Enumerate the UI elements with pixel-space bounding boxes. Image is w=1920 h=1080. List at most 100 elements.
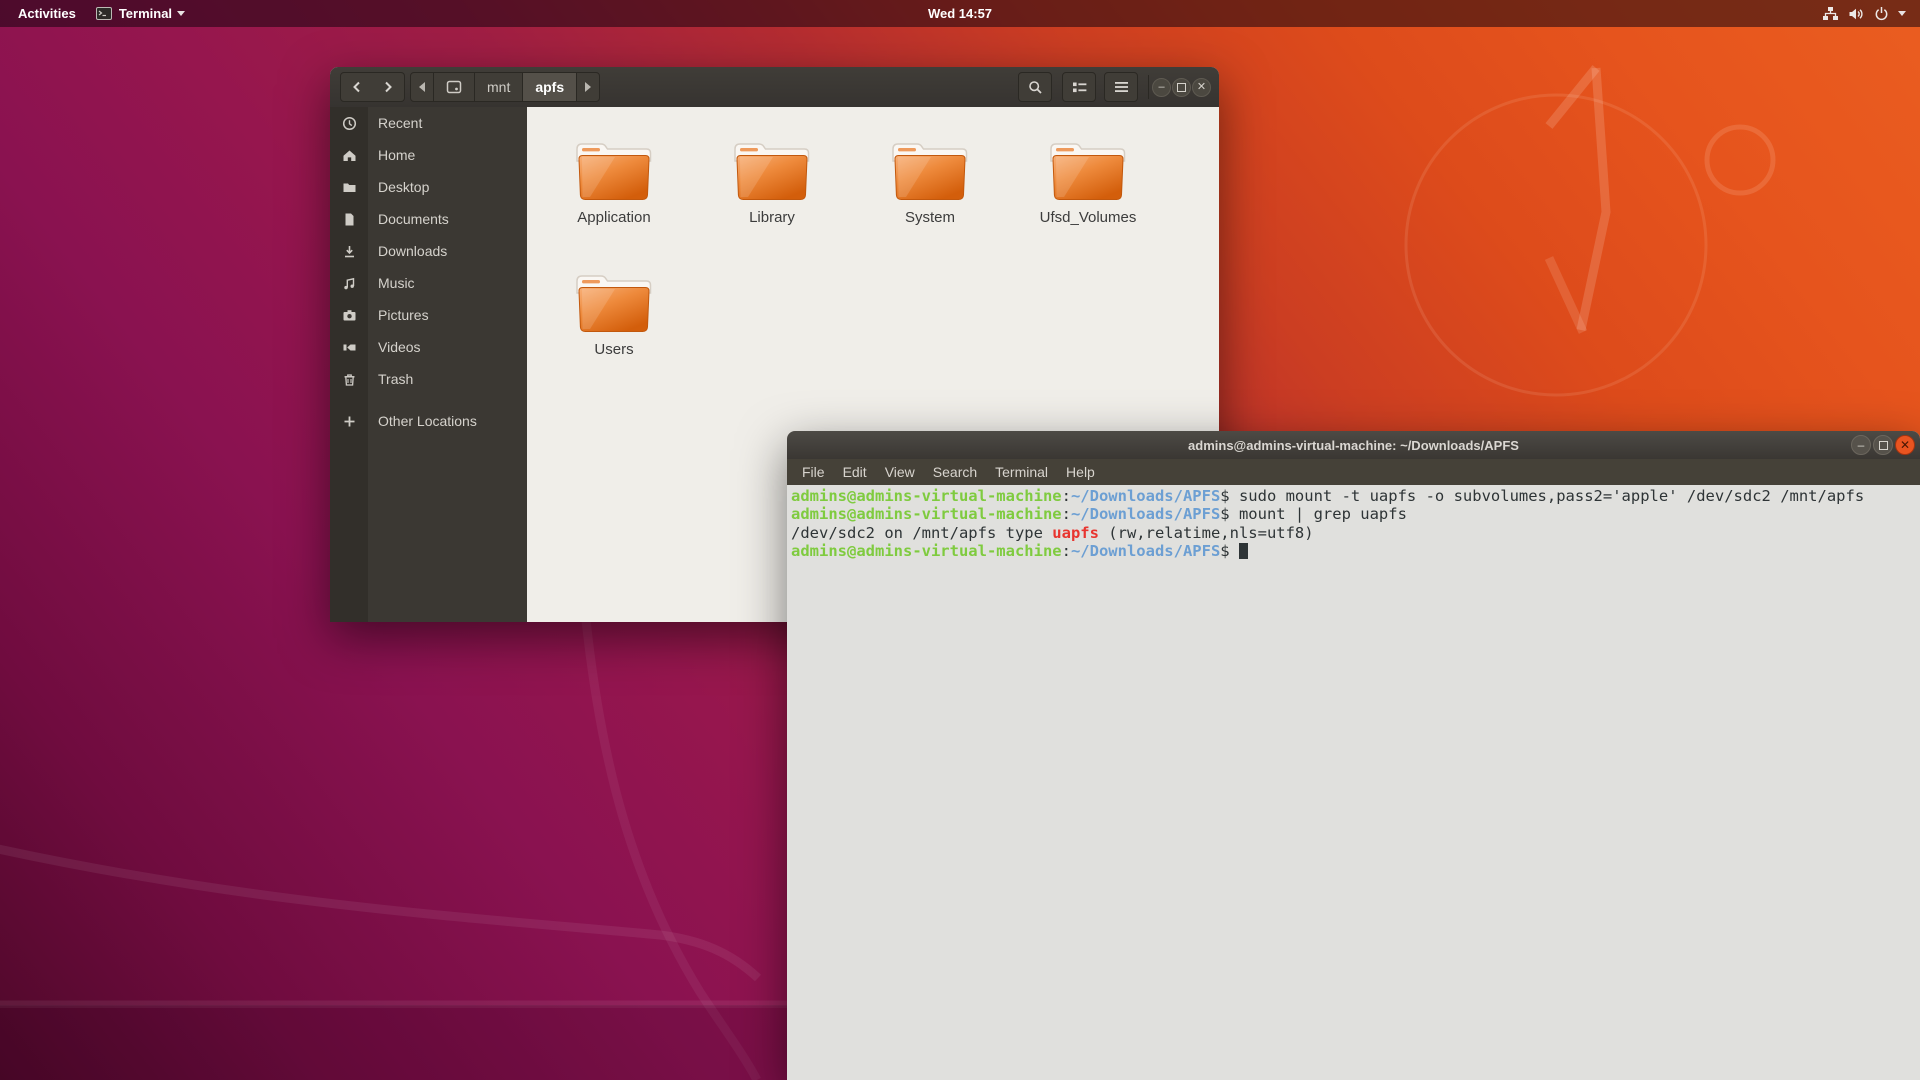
plus-icon xyxy=(342,414,357,429)
sidebar-item-label: Videos xyxy=(368,339,421,355)
top-bar: Activities Terminal Wed 14:57 xyxy=(0,0,1920,27)
app-menu-button[interactable]: Terminal xyxy=(86,0,195,27)
menu-file[interactable]: File xyxy=(793,459,834,485)
search-icon xyxy=(1028,80,1043,95)
folder-icon xyxy=(569,133,659,205)
menu-search[interactable]: Search xyxy=(924,459,986,485)
folder-name: Ufsd_Volumes xyxy=(1040,209,1137,226)
sidebar-item-pictures[interactable]: Pictures xyxy=(330,299,527,331)
sidebar-item-label: Downloads xyxy=(368,243,447,259)
terminal-line: /dev/sdc2 on /mnt/apfs type uapfs (rw,re… xyxy=(791,524,1920,542)
sidebar-item-other-locations[interactable]: Other Locations xyxy=(330,405,527,437)
folder-icon xyxy=(569,265,659,337)
music-icon xyxy=(342,276,357,291)
documents-icon xyxy=(342,212,357,227)
triangle-left-icon xyxy=(419,82,425,92)
sidebar-item-home[interactable]: Home xyxy=(330,139,527,171)
downloads-icon xyxy=(342,244,357,259)
volume-icon xyxy=(1848,7,1865,21)
separator xyxy=(1148,75,1149,99)
folder-icon xyxy=(727,133,817,205)
chevron-down-icon xyxy=(1898,11,1906,16)
app-menu-label: Terminal xyxy=(119,6,172,21)
folder-name: Library xyxy=(749,209,795,226)
network-icon xyxy=(1822,6,1839,21)
path-drive-button[interactable] xyxy=(434,73,475,101)
terminal-menubar: File Edit View Search Terminal Help xyxy=(787,459,1920,485)
files-headerbar: mnt apfs – ✕ xyxy=(330,67,1219,108)
folder-item-users[interactable]: Users xyxy=(535,265,693,397)
terminal-icon xyxy=(96,7,112,20)
path-scroll-left-button[interactable] xyxy=(411,73,434,101)
home-icon xyxy=(342,148,357,163)
sidebar-item-label: Trash xyxy=(368,371,413,387)
folder-name: Application xyxy=(577,209,650,226)
terminal-line: admins@admins-virtual-machine:~/Download… xyxy=(791,505,1920,523)
activities-button[interactable]: Activities xyxy=(8,0,86,27)
folder-item-system[interactable]: System xyxy=(851,133,1009,265)
sidebar-item-label: Other Locations xyxy=(368,413,477,429)
system-tray[interactable] xyxy=(1814,0,1914,27)
path-segment-apfs[interactable]: apfs xyxy=(523,73,577,101)
sidebar-item-label: Recent xyxy=(368,115,422,131)
forward-button[interactable] xyxy=(372,72,405,102)
menu-view[interactable]: View xyxy=(876,459,924,485)
drive-icon xyxy=(446,80,462,94)
terminal-window: admins@admins-virtual-machine: ~/Downloa… xyxy=(787,431,1920,1080)
folder-item-library[interactable]: Library xyxy=(693,133,851,265)
folder-icon xyxy=(885,133,975,205)
desktop: mnt apfs – ✕ Recent xyxy=(0,0,1920,1080)
breadcrumb: mnt apfs xyxy=(410,72,600,102)
sidebar-item-downloads[interactable]: Downloads xyxy=(330,235,527,267)
folder-name: System xyxy=(905,209,955,226)
recent-icon xyxy=(342,116,357,131)
files-sidebar: Recent Home Desktop Documents Downloads xyxy=(330,107,527,622)
view-toggle-button[interactable] xyxy=(1062,72,1096,102)
maximize-button[interactable] xyxy=(1873,435,1893,455)
view-list-icon xyxy=(1072,81,1087,94)
sidebar-item-label: Documents xyxy=(368,211,449,227)
minimize-button[interactable]: – xyxy=(1851,435,1871,455)
menu-help[interactable]: Help xyxy=(1057,459,1104,485)
sidebar-item-music[interactable]: Music xyxy=(330,267,527,299)
triangle-right-icon xyxy=(585,82,591,92)
folder-item-ufsd-volumes[interactable]: Ufsd_Volumes xyxy=(1009,133,1167,265)
path-scroll-right-button[interactable] xyxy=(577,73,599,101)
search-button[interactable] xyxy=(1018,72,1052,102)
terminal-titlebar[interactable]: admins@admins-virtual-machine: ~/Downloa… xyxy=(787,431,1920,459)
sidebar-item-desktop[interactable]: Desktop xyxy=(330,171,527,203)
maximize-icon xyxy=(1879,441,1888,450)
sidebar-item-recent[interactable]: Recent xyxy=(330,107,527,139)
clock[interactable]: Wed 14:57 xyxy=(918,0,1002,27)
close-button[interactable]: ✕ xyxy=(1192,78,1211,97)
sidebar-item-documents[interactable]: Documents xyxy=(330,203,527,235)
folder-item-application[interactable]: Application xyxy=(535,133,693,265)
chevron-down-icon xyxy=(177,11,185,16)
terminal-output[interactable]: admins@admins-virtual-machine:~/Download… xyxy=(787,485,1920,1080)
maximize-button[interactable] xyxy=(1172,78,1191,97)
sidebar-item-trash[interactable]: Trash xyxy=(330,363,527,395)
folder-icon xyxy=(1043,133,1133,205)
folder-name: Users xyxy=(594,341,633,358)
close-button[interactable]: ✕ xyxy=(1895,435,1915,455)
menu-terminal[interactable]: Terminal xyxy=(986,459,1057,485)
sidebar-item-videos[interactable]: Videos xyxy=(330,331,527,363)
chevron-left-icon xyxy=(350,80,364,94)
window-title: admins@admins-virtual-machine: ~/Downloa… xyxy=(1188,438,1519,453)
sidebar-item-label: Pictures xyxy=(368,307,429,323)
menu-button[interactable] xyxy=(1104,72,1138,102)
minimize-button[interactable]: – xyxy=(1152,78,1171,97)
power-icon xyxy=(1874,6,1889,21)
videos-icon xyxy=(342,340,357,355)
menu-edit[interactable]: Edit xyxy=(834,459,876,485)
sidebar-item-label: Music xyxy=(368,275,415,291)
desktop-icon xyxy=(342,180,357,195)
terminal-line: admins@admins-virtual-machine:~/Download… xyxy=(791,487,1920,505)
hamburger-menu-icon xyxy=(1114,81,1129,93)
back-button[interactable] xyxy=(340,72,373,102)
path-segment-mnt[interactable]: mnt xyxy=(475,73,523,101)
chevron-right-icon xyxy=(381,80,395,94)
terminal-cursor xyxy=(1239,543,1248,559)
terminal-prompt-line: admins@admins-virtual-machine:~/Download… xyxy=(791,542,1920,560)
trash-icon xyxy=(342,372,357,387)
